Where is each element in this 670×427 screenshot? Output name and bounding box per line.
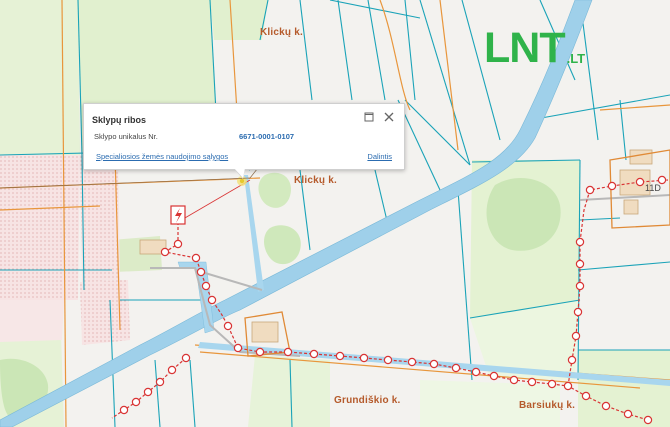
popup-pointer xyxy=(234,168,245,178)
lnt-logo: LNT .LT xyxy=(484,24,586,72)
maximize-icon[interactable] xyxy=(364,112,374,122)
parcel-id-label: Sklypo unikalus Nr. xyxy=(94,132,158,141)
lightning-icon[interactable] xyxy=(170,205,186,225)
close-icon[interactable] xyxy=(383,111,395,123)
share-link[interactable]: Dalintis xyxy=(367,152,392,161)
plot-number-label: 11D xyxy=(645,183,661,193)
special-land-use-link[interactable]: Specialiosios žemės naudojimo sąlygos xyxy=(96,152,228,161)
parcel-info-popup: Sklypų ribos Sklypo unikalus Nr. 6671-00… xyxy=(83,103,405,178)
place-label-grundiskis: Grundiškio k. xyxy=(334,395,401,406)
popup-title: Sklypų ribos xyxy=(92,115,147,125)
place-label-klickai-center: Klickų k. xyxy=(294,175,337,186)
place-label-klickai-north: Klickų k. xyxy=(260,27,303,38)
parcel-id-value: 6671-0001-0107 xyxy=(239,132,295,141)
place-label-barsiukai: Barsiukų k. xyxy=(519,400,576,411)
logo-main: LNT xyxy=(484,24,566,72)
logo-suffix: .LT xyxy=(566,51,586,66)
